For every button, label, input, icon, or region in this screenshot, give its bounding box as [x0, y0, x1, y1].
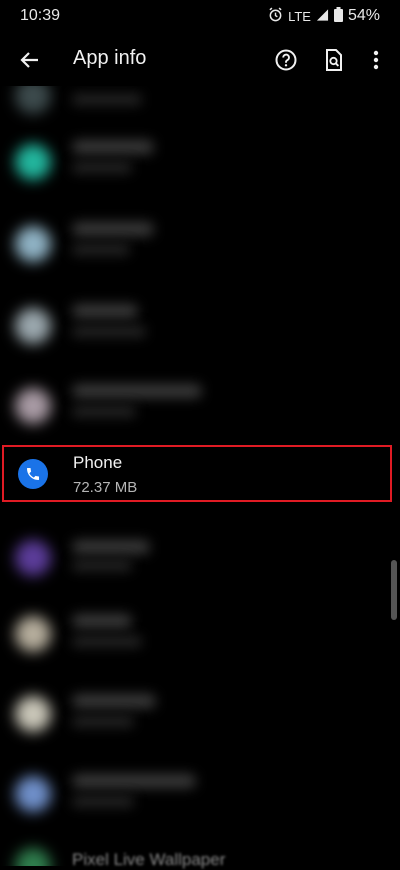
app-bar: App info	[0, 34, 400, 86]
signal-icon	[316, 8, 329, 25]
app-icon	[15, 540, 51, 576]
back-arrow-icon	[20, 52, 38, 68]
phone-app-icon	[18, 459, 48, 489]
list-item[interactable]	[0, 374, 400, 456]
alarm-icon	[268, 7, 283, 25]
list-item[interactable]	[0, 212, 400, 294]
app-size: 72.37 MB	[73, 479, 138, 496]
phone-list-item[interactable]	[2, 445, 392, 502]
help-icon	[275, 49, 297, 71]
list-item[interactable]	[0, 534, 400, 616]
scrollbar[interactable]	[391, 560, 397, 620]
list-item[interactable]	[0, 294, 400, 376]
battery-icon	[333, 7, 343, 25]
phone-handset-icon	[27, 468, 39, 480]
status-time: 10:39	[20, 7, 61, 24]
partial-list-item-label: Pixel Live Wallpaper	[72, 850, 226, 869]
document-search-icon	[326, 49, 342, 71]
page-title: App info	[73, 47, 147, 69]
app-icon	[15, 776, 51, 812]
app-icon	[15, 388, 51, 424]
more-options-button[interactable]	[358, 42, 394, 78]
more-vert-icon	[373, 50, 379, 70]
app-icon	[15, 86, 51, 114]
status-icons: LTE 54%	[268, 7, 380, 25]
help-button[interactable]	[268, 42, 304, 78]
app-icon	[15, 144, 51, 180]
app-icon	[15, 226, 51, 262]
app-icon	[15, 616, 51, 652]
network-type: LTE	[288, 8, 311, 24]
app-icon	[15, 696, 51, 732]
app-icon	[15, 308, 51, 344]
app-name: Phone	[73, 453, 123, 472]
status-bar: 10:39 LTE 54%	[0, 0, 400, 34]
back-button[interactable]	[12, 42, 48, 78]
list-item[interactable]	[0, 690, 400, 772]
list-item[interactable]	[0, 610, 400, 692]
search-usage-button[interactable]	[316, 42, 352, 78]
list-item[interactable]	[0, 130, 400, 212]
battery-percentage: 54%	[347, 7, 380, 24]
list-item[interactable]	[0, 770, 400, 852]
